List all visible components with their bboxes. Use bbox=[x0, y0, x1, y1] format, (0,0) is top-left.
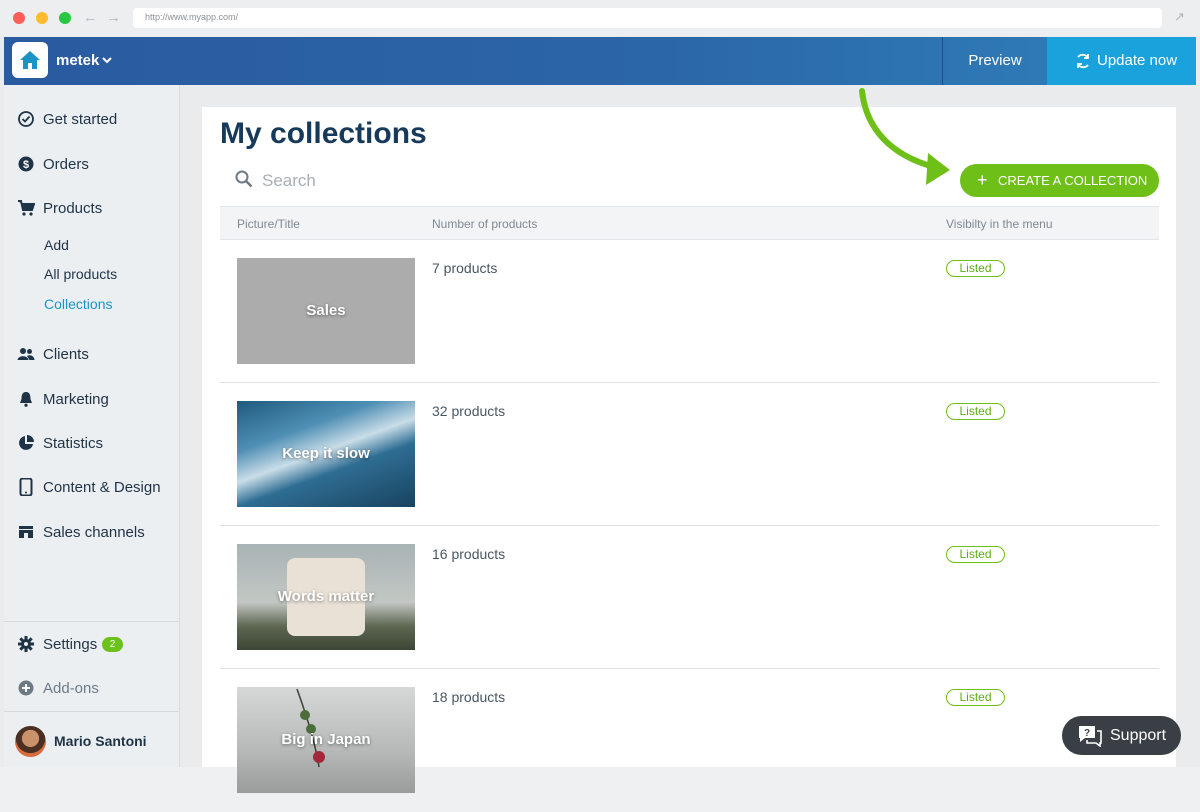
create-collection-button[interactable]: + CREATE A COLLECTION bbox=[960, 164, 1159, 197]
browser-toolbar: ← → http://www.myapp.com/ ↗ bbox=[0, 0, 1200, 36]
dollar-circle-icon: $ bbox=[18, 156, 34, 172]
collection-title: Keep it slow bbox=[282, 445, 370, 462]
table-row[interactable]: Sales 7 products Listed bbox=[220, 240, 1159, 383]
sidebar-item-get-started[interactable]: Get started bbox=[4, 107, 180, 133]
collection-title: Big in Japan bbox=[281, 731, 371, 748]
settings-count-badge: 2 bbox=[102, 637, 123, 652]
search-input[interactable] bbox=[262, 170, 562, 192]
sidebar-item-label: Statistics bbox=[43, 435, 104, 452]
address-bar[interactable]: http://www.myapp.com/ bbox=[133, 8, 1162, 28]
column-header-picture-title: Picture/Title bbox=[237, 217, 300, 231]
collections-panel: My collections + CREATE A COLLECTION Pic… bbox=[202, 88, 1176, 793]
sidebar-subitem-add[interactable]: Add bbox=[44, 237, 69, 253]
svg-text:$: $ bbox=[23, 159, 29, 171]
status-badge: Listed bbox=[946, 403, 1005, 420]
column-header-number-of-products: Number of products bbox=[432, 217, 538, 231]
people-icon bbox=[17, 348, 35, 360]
page-title: My collections bbox=[220, 117, 427, 150]
expand-icon[interactable]: ↗ bbox=[1174, 9, 1185, 25]
svg-text:?: ? bbox=[1084, 728, 1090, 739]
arrow-pointer-graphic bbox=[859, 88, 950, 185]
table-row[interactable]: Words matter 16 products Listed bbox=[220, 526, 1159, 669]
refresh-icon bbox=[1077, 53, 1089, 69]
sidebar-item-label: Orders bbox=[43, 156, 89, 173]
sidebar-item-label: Clients bbox=[43, 346, 89, 363]
collection-thumbnail[interactable]: Sales bbox=[237, 258, 415, 364]
collection-thumbnail[interactable]: Keep it slow bbox=[237, 401, 415, 507]
sidebar-item-settings[interactable]: Settings 2 bbox=[4, 632, 180, 658]
sidebar-item-label: Settings bbox=[43, 636, 98, 653]
sidebar-subitem-all-products[interactable]: All products bbox=[44, 266, 117, 282]
plus-icon: + bbox=[977, 170, 988, 190]
product-count: 32 products bbox=[432, 403, 506, 419]
home-icon bbox=[20, 51, 40, 69]
sidebar-item-label: Sales channels bbox=[43, 524, 145, 541]
sidebar-item-label: Products bbox=[43, 200, 103, 217]
phone-icon bbox=[19, 478, 33, 496]
store-icon bbox=[19, 526, 33, 538]
sidebar: Get started $ Orders Products Add All pr… bbox=[4, 85, 180, 767]
sidebar-item-products[interactable]: Products bbox=[4, 196, 180, 222]
sidebar-item-label: Content & Design bbox=[43, 479, 161, 496]
maximize-window-button[interactable] bbox=[59, 12, 71, 24]
browser-window: ← → http://www.myapp.com/ ↗ metek Previe… bbox=[0, 0, 1200, 793]
sidebar-item-sales-channels[interactable]: Sales channels bbox=[4, 520, 180, 546]
sidebar-item-marketing[interactable]: Marketing bbox=[4, 387, 180, 413]
status-badge: Listed bbox=[946, 546, 1005, 563]
forward-arrow-icon[interactable]: → bbox=[106, 9, 121, 27]
gear-icon bbox=[18, 636, 34, 652]
support-label: Support bbox=[1110, 727, 1167, 744]
store-logo[interactable] bbox=[12, 42, 48, 78]
bell-icon bbox=[20, 392, 32, 407]
sidebar-item-content-design[interactable]: Content & Design bbox=[4, 475, 180, 501]
sidebar-divider bbox=[4, 711, 180, 712]
sidebar-divider bbox=[4, 621, 180, 622]
update-now-button[interactable]: Update now bbox=[1047, 37, 1196, 85]
sidebar-item-clients[interactable]: Clients bbox=[4, 342, 180, 368]
user-name[interactable]: Mario Santoni bbox=[54, 733, 147, 749]
preview-button[interactable]: Preview bbox=[942, 37, 1047, 85]
chevron-down-icon[interactable] bbox=[102, 57, 112, 64]
table-row[interactable]: Keep it slow 32 products Listed bbox=[220, 383, 1159, 526]
product-count: 7 products bbox=[432, 260, 498, 276]
sidebar-subitem-collections[interactable]: Collections bbox=[44, 296, 112, 312]
search-icon bbox=[235, 170, 253, 188]
check-circle-icon bbox=[18, 111, 34, 127]
collection-thumbnail[interactable]: Words matter bbox=[237, 544, 415, 650]
table-header: Picture/Title Number of products Visibil… bbox=[220, 206, 1159, 240]
table-row[interactable]: Big in Japan 18 products Listed bbox=[220, 669, 1159, 812]
sidebar-item-statistics[interactable]: Statistics bbox=[4, 431, 180, 457]
status-badge: Listed bbox=[946, 689, 1005, 706]
sidebar-item-add-ons[interactable]: Add-ons bbox=[4, 676, 180, 702]
back-arrow-icon[interactable]: ← bbox=[83, 9, 98, 27]
product-count: 18 products bbox=[432, 689, 506, 705]
column-header-visibility: Visibilty in the menu bbox=[946, 217, 1053, 231]
close-window-button[interactable] bbox=[13, 12, 25, 24]
support-button[interactable]: ? Support bbox=[1062, 716, 1181, 755]
chat-help-icon: ? bbox=[1079, 726, 1102, 747]
pie-chart-icon bbox=[19, 435, 34, 450]
minimize-window-button[interactable] bbox=[36, 12, 48, 24]
plus-circle-icon bbox=[18, 680, 34, 696]
app-header: metek Preview Update now bbox=[4, 37, 1196, 85]
create-collection-label: CREATE A COLLECTION bbox=[998, 173, 1148, 188]
sidebar-item-label: Add-ons bbox=[43, 680, 99, 697]
address-bar-url: http://www.myapp.com/ bbox=[145, 12, 239, 22]
store-name[interactable]: metek bbox=[56, 52, 99, 69]
avatar[interactable] bbox=[15, 726, 46, 757]
sidebar-item-label: Marketing bbox=[43, 391, 109, 408]
status-badge: Listed bbox=[946, 260, 1005, 277]
collection-title: Words matter bbox=[277, 588, 375, 605]
sidebar-item-orders[interactable]: $ Orders bbox=[4, 152, 180, 178]
product-count: 16 products bbox=[432, 546, 506, 562]
collection-title: Sales bbox=[306, 302, 346, 319]
cart-icon bbox=[18, 200, 35, 216]
update-now-label: Update now bbox=[1097, 52, 1178, 69]
sidebar-item-label: Get started bbox=[43, 111, 118, 128]
collection-thumbnail[interactable]: Big in Japan bbox=[237, 687, 415, 793]
